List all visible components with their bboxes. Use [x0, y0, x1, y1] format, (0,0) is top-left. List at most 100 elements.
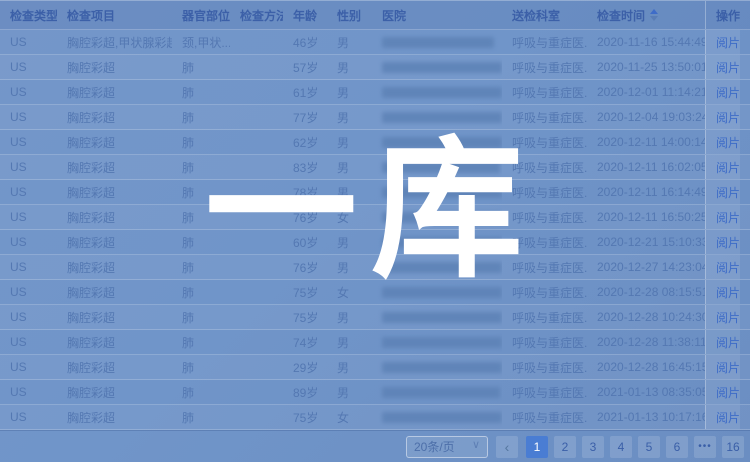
view-images-link[interactable]: 阅片 [716, 284, 740, 301]
view-images-link[interactable]: 阅片 [716, 34, 740, 51]
view-images-link[interactable]: 阅片 [716, 334, 740, 351]
view-images-link[interactable]: 阅片 [716, 259, 740, 276]
cell-age: 75岁 [283, 305, 327, 329]
cell-gender: 男 [327, 180, 372, 204]
cell-gender: 男 [327, 355, 372, 379]
cell-hospital [372, 155, 502, 179]
cell-exam_item: 胸腔彩超 [57, 380, 172, 404]
page-button-5[interactable]: 5 [638, 436, 660, 458]
sort-ascending-icon[interactable] [650, 9, 658, 21]
column-header-label: 医院 [382, 7, 406, 24]
table-row: US胸腔彩超肺57岁男呼吸与重症医...2020-11-25 13:50:01阅… [0, 55, 750, 80]
cell-gender: 男 [327, 330, 372, 354]
cell-method [230, 105, 283, 129]
cell-organ: 肺 [172, 105, 230, 129]
cell-hospital [372, 130, 502, 154]
page-button-1[interactable]: 1 [526, 436, 548, 458]
cell-exam_item: 胸腔彩超 [57, 155, 172, 179]
page-size-select[interactable]: 20条/页 ∨ [406, 436, 488, 458]
redacted-hospital-name [382, 262, 502, 273]
column-header-exam_type: 检查类型 [0, 1, 57, 29]
cell-method [230, 330, 283, 354]
cell-department: 呼吸与重症医... [502, 55, 587, 79]
cell-action: 阅片 [705, 80, 740, 104]
table-header: 检查类型检查项目器官部位检查方法年龄性别医院送检科室检查时间操作 [0, 0, 750, 30]
cell-action: 阅片 [705, 330, 740, 354]
view-images-link[interactable]: 阅片 [716, 384, 740, 401]
view-images-link[interactable]: 阅片 [716, 209, 740, 226]
page-button-3[interactable]: 3 [582, 436, 604, 458]
cell-exam_type: US [0, 405, 57, 429]
view-images-link[interactable]: 阅片 [716, 359, 740, 376]
table-body: US胸腔彩超,甲状腺彩超颈,甲状...46岁男呼吸与重症医...2020-11-… [0, 30, 750, 430]
cell-department: 呼吸与重症医... [502, 155, 587, 179]
page-size-value: 20条/页 [414, 438, 455, 455]
redacted-hospital-name [382, 37, 494, 48]
cell-department: 呼吸与重症医... [502, 105, 587, 129]
view-images-link[interactable]: 阅片 [716, 309, 740, 326]
view-images-link[interactable]: 阅片 [716, 184, 740, 201]
page-button-16[interactable]: 16 [722, 436, 744, 458]
cell-exam_time: 2020-12-11 14:00:14 [587, 130, 705, 154]
view-images-link[interactable]: 阅片 [716, 109, 740, 126]
cell-age: 77岁 [283, 105, 327, 129]
cell-gender: 女 [327, 280, 372, 304]
cell-exam_type: US [0, 80, 57, 104]
table-row: US胸腔彩超肺77岁男呼吸与重症医...2020-12-04 19:03:24阅… [0, 105, 750, 130]
cell-exam_time: 2020-12-28 11:38:11 [587, 330, 705, 354]
cell-exam_item: 胸腔彩超 [57, 355, 172, 379]
cell-exam_time: 2020-12-28 10:24:30 [587, 305, 705, 329]
cell-exam_item: 胸腔彩超,甲状腺彩超 [57, 30, 172, 54]
column-header-method: 检查方法 [230, 1, 283, 29]
cell-action: 阅片 [705, 105, 740, 129]
redacted-hospital-name [382, 387, 500, 398]
redacted-hospital-name [382, 112, 502, 123]
cell-exam_time: 2020-12-04 19:03:24 [587, 105, 705, 129]
column-header-hospital: 医院 [372, 1, 502, 29]
cell-exam_item: 胸腔彩超 [57, 255, 172, 279]
page-button-4[interactable]: 4 [610, 436, 632, 458]
cell-gender: 男 [327, 80, 372, 104]
cell-age: 57岁 [283, 55, 327, 79]
view-images-link[interactable]: 阅片 [716, 409, 740, 426]
column-header-exam_time[interactable]: 检查时间 [587, 1, 705, 29]
table-row: US胸腔彩超,甲状腺彩超颈,甲状...46岁男呼吸与重症医...2020-11-… [0, 30, 750, 55]
page-button-2[interactable]: 2 [554, 436, 576, 458]
cell-exam_time: 2020-12-27 14:23:04 [587, 255, 705, 279]
view-images-link[interactable]: 阅片 [716, 59, 740, 76]
view-images-link[interactable]: 阅片 [716, 159, 740, 176]
cell-exam_type: US [0, 130, 57, 154]
view-images-link[interactable]: 阅片 [716, 84, 740, 101]
cell-hospital [372, 30, 502, 54]
cell-action: 阅片 [705, 380, 740, 404]
table-row: US胸腔彩超肺61岁男呼吸与重症医...2020-12-01 11:14:21阅… [0, 80, 750, 105]
more-pages-button[interactable]: ••• [694, 436, 716, 458]
cell-age: 76岁 [283, 255, 327, 279]
view-images-link[interactable]: 阅片 [716, 134, 740, 151]
cell-exam_item: 胸腔彩超 [57, 55, 172, 79]
table-row: US胸腔彩超肺60岁男呼吸与重症医...2020-12-21 15:10:33阅… [0, 230, 750, 255]
cell-exam_item: 胸腔彩超 [57, 105, 172, 129]
cell-exam_time: 2020-12-21 15:10:33 [587, 230, 705, 254]
exam-list-screen: 检查类型检查项目器官部位检查方法年龄性别医院送检科室检查时间操作 US胸腔彩超,… [0, 0, 750, 462]
view-images-link[interactable]: 阅片 [716, 234, 740, 251]
page-button-6[interactable]: 6 [666, 436, 688, 458]
redacted-hospital-name [382, 137, 502, 148]
cell-action: 阅片 [705, 155, 740, 179]
table-row: US胸腔彩超肺62岁男呼吸与重症医...2020-12-11 14:00:14阅… [0, 130, 750, 155]
table-row: US胸腔彩超肺78岁男呼吸与重症医...2020-12-11 16:14:49阅… [0, 180, 750, 205]
cell-action: 阅片 [705, 30, 740, 54]
cell-method [230, 405, 283, 429]
cell-exam_time: 2021-01-13 10:17:16 [587, 405, 705, 429]
cell-organ: 肺 [172, 55, 230, 79]
prev-page-button[interactable]: ‹ [496, 436, 518, 458]
cell-age: 61岁 [283, 80, 327, 104]
cell-gender: 男 [327, 155, 372, 179]
cell-department: 呼吸与重症医... [502, 330, 587, 354]
cell-exam_item: 胸腔彩超 [57, 305, 172, 329]
cell-hospital [372, 355, 502, 379]
redacted-hospital-name [382, 312, 502, 323]
cell-method [230, 380, 283, 404]
cell-age: 74岁 [283, 330, 327, 354]
cell-method [230, 305, 283, 329]
